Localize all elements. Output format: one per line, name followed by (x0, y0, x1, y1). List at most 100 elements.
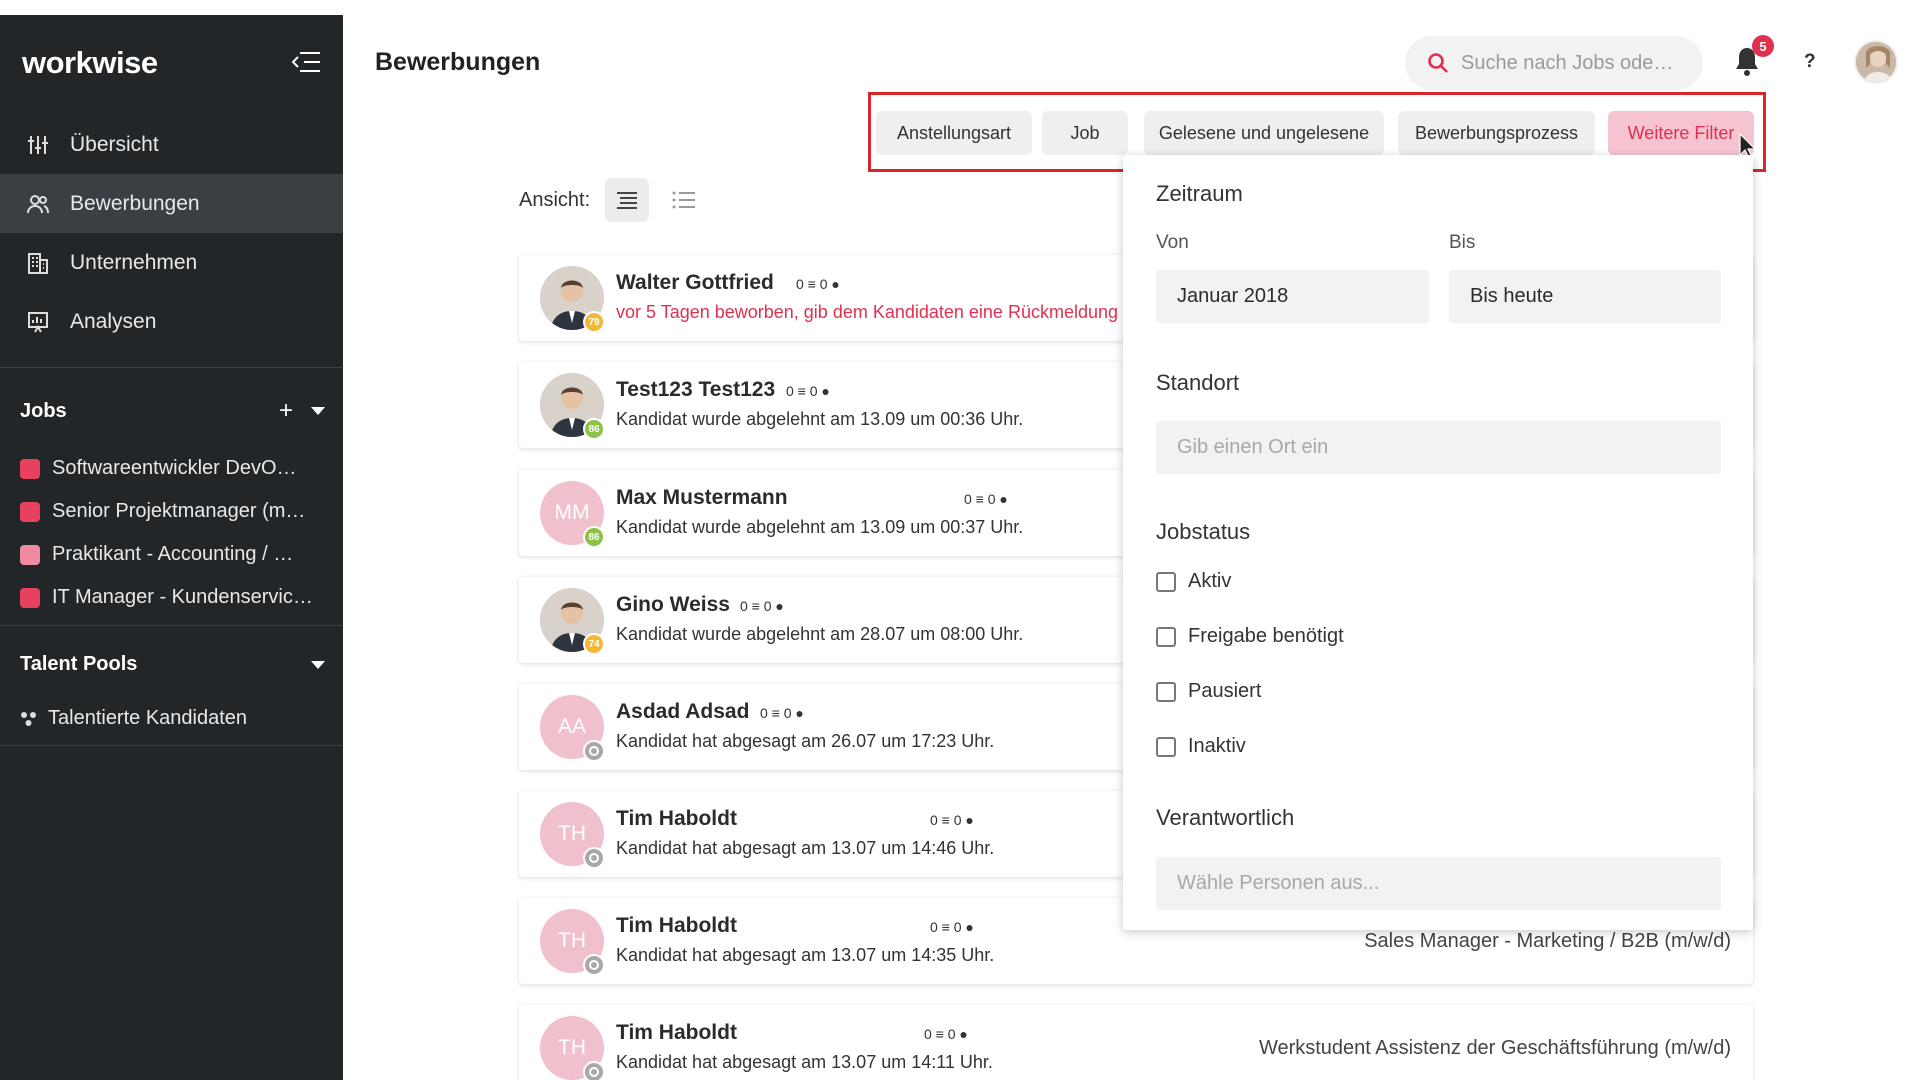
nav-item-analysen[interactable]: Analysen (0, 292, 343, 351)
pool-label: Talentierte Kandidaten (48, 707, 248, 729)
zeitraum-heading: Zeitraum (1156, 181, 1243, 206)
nav-label: Unternehmen (70, 250, 198, 274)
filter-weitere-button[interactable]: Weitere Filter (1608, 111, 1754, 155)
add-job-button[interactable]: + (279, 397, 293, 425)
page-title: Bewerbungen (375, 48, 541, 76)
status-freigabe-checkbox[interactable]: Freigabe benötigt (1156, 625, 1344, 648)
candidate-name[interactable]: Walter Gottfried (616, 271, 774, 295)
score-badge (583, 954, 605, 976)
notes-comments-count: 0 ≡ 0 ● (930, 812, 974, 828)
jobs-chevron-down-icon[interactable] (311, 407, 325, 415)
user-avatar[interactable] (1854, 40, 1898, 84)
notes-comments-count: 0 ≡ 0 ● (740, 598, 784, 614)
job-label: Praktikant - Accounting / … (52, 543, 294, 565)
standort-heading: Standort (1156, 370, 1240, 395)
score-badge: 79 (583, 311, 605, 333)
candidate-job: Werkstudent Assistenz der Geschäftsführu… (1258, 1037, 1731, 1059)
checkbox-label: Pausiert (1188, 680, 1262, 702)
checkbox-box[interactable] (1156, 626, 1176, 647)
sidebar: workwise Übersicht Bewerbungen Unternehm… (0, 15, 343, 1080)
filter-job-button[interactable]: Job (1042, 111, 1128, 155)
notes-comments-count: 0 ≡ 0 ● (964, 491, 1008, 507)
checkbox-box[interactable] (1156, 571, 1176, 592)
notes-comments-count: 0 ≡ 0 ● (786, 383, 830, 399)
job-label: Senior Projektmanager (m… (52, 500, 306, 522)
checkbox-box[interactable] (1156, 681, 1176, 702)
notes-comments-count: 0 ≡ 0 ● (760, 705, 804, 721)
candidate-status: Kandidat hat abgesagt am 13.07 um 14:11 … (616, 1052, 993, 1072)
collapse-sidebar-icon[interactable] (290, 50, 322, 74)
filter-bewerbungsprozess-button[interactable]: Bewerbungsprozess (1398, 111, 1595, 155)
candidate-name[interactable]: Max Mustermann (616, 486, 788, 510)
verantwortlich-input[interactable]: Wähle Personen aus... (1156, 857, 1721, 910)
job-color-dot (20, 458, 40, 479)
bis-select[interactable]: Bis heute (1449, 270, 1721, 323)
nav-label: Analysen (70, 309, 157, 333)
status-pausiert-checkbox[interactable]: Pausiert (1156, 680, 1261, 703)
candidate-card[interactable]: TH Tim Haboldt 0 ≡ 0 ● Kandidat hat abgesag… (519, 1005, 1753, 1080)
notes-comments-count: 0 ≡ 0 ● (924, 1026, 968, 1042)
candidate-status: Kandidat wurde abgelehnt am 28.07 um 08:… (616, 624, 1024, 644)
status-aktiv-checkbox[interactable]: Aktiv (1156, 570, 1231, 593)
jobs-title: Jobs (20, 399, 67, 422)
building-icon (26, 251, 50, 275)
sidebar-job-item[interactable]: IT Manager - Kundenservic… (20, 576, 325, 619)
search-icon (1428, 53, 1448, 73)
weitere-filter-panel: Zeitraum Von Bis Januar 2018 Bis heute S… (1123, 155, 1753, 930)
sidebar-pool-item[interactable]: Talentierte Kandidaten (20, 707, 247, 730)
workwise-logo[interactable]: workwise (22, 45, 158, 81)
candidate-name[interactable]: Tim Haboldt (616, 807, 737, 831)
job-color-dot (20, 501, 40, 522)
nav-item-unternehmen[interactable]: Unternehmen (0, 233, 343, 292)
users-icon (26, 192, 50, 216)
verantwortlich-heading: Verantwortlich (1156, 805, 1295, 830)
talent-pools-chevron-down-icon[interactable] (311, 660, 325, 669)
status-inaktiv-checkbox[interactable]: Inaktiv (1156, 735, 1246, 758)
help-button[interactable]: ? (1804, 51, 1816, 73)
candidate-status: Kandidat hat abgesagt am 13.07 um 14:35 … (616, 945, 995, 965)
jobs-section-header: Jobs + (20, 397, 325, 425)
von-select[interactable]: Januar 2018 (1156, 270, 1429, 323)
filter-anstellungsart-button[interactable]: Anstellungsart (876, 111, 1032, 155)
divider (0, 367, 343, 368)
filter-gelesene-button[interactable]: Gelesene und ungelesene (1144, 111, 1384, 155)
nav-item-bewerbungen[interactable]: Bewerbungen (0, 174, 343, 233)
search-input[interactable]: Suche nach Jobs ode… (1405, 36, 1703, 90)
bis-label: Bis (1449, 232, 1476, 253)
view-list-button[interactable] (662, 178, 706, 222)
score-badge (583, 1061, 605, 1080)
main-nav: Übersicht Bewerbungen Unternehmen Analys… (0, 115, 343, 351)
standort-input[interactable]: Gib einen Ort ein (1156, 421, 1721, 474)
score-badge: 86 (583, 526, 605, 548)
sidebar-job-item[interactable]: Softwareentwickler DevO… (20, 447, 325, 490)
candidate-name[interactable]: Test123 Test123 (616, 378, 775, 402)
candidate-name[interactable]: Gino Weiss (616, 593, 730, 617)
search-placeholder: Suche nach Jobs ode… (1461, 51, 1674, 74)
sliders-icon (26, 133, 50, 157)
sidebar-job-item[interactable]: Senior Projektmanager (m… (20, 490, 325, 533)
candidate-name[interactable]: Asdad Adsad (616, 700, 749, 724)
checkbox-label: Freigabe benötigt (1188, 625, 1344, 647)
notification-badge: 5 (1752, 35, 1774, 57)
sidebar-job-item[interactable]: Praktikant - Accounting / … (20, 533, 325, 576)
view-label: Ansicht: (519, 189, 591, 211)
candidate-name[interactable]: Tim Haboldt (616, 914, 737, 938)
score-badge: 86 (583, 418, 605, 440)
job-color-dot (20, 587, 40, 608)
candidate-status: Kandidat hat abgesagt am 13.07 um 14:46 … (616, 838, 995, 858)
candidate-status: Kandidat wurde abgelehnt am 13.09 um 00:… (616, 409, 1024, 429)
jobstatus-heading: Jobstatus (1156, 519, 1251, 544)
divider (0, 625, 343, 626)
nav-label: Übersicht (70, 132, 159, 156)
job-list: Softwareentwickler DevO… Senior Projektm… (20, 447, 325, 619)
nav-item-uebersicht[interactable]: Übersicht (0, 115, 343, 174)
candidate-status: Kandidat hat abgesagt am 26.07 um 17:23 … (616, 731, 995, 751)
job-label: Softwareentwickler DevO… (52, 457, 297, 479)
bullet-list-icon (672, 191, 695, 209)
candidate-name[interactable]: Tim Haboldt (616, 1021, 737, 1045)
checkbox-label: Inaktiv (1188, 735, 1246, 757)
checkbox-box[interactable] (1156, 736, 1176, 757)
talent-pools-section-header: Talent Pools (20, 653, 325, 676)
view-compact-button[interactable] (605, 178, 649, 222)
checkbox-label: Aktiv (1188, 570, 1232, 592)
